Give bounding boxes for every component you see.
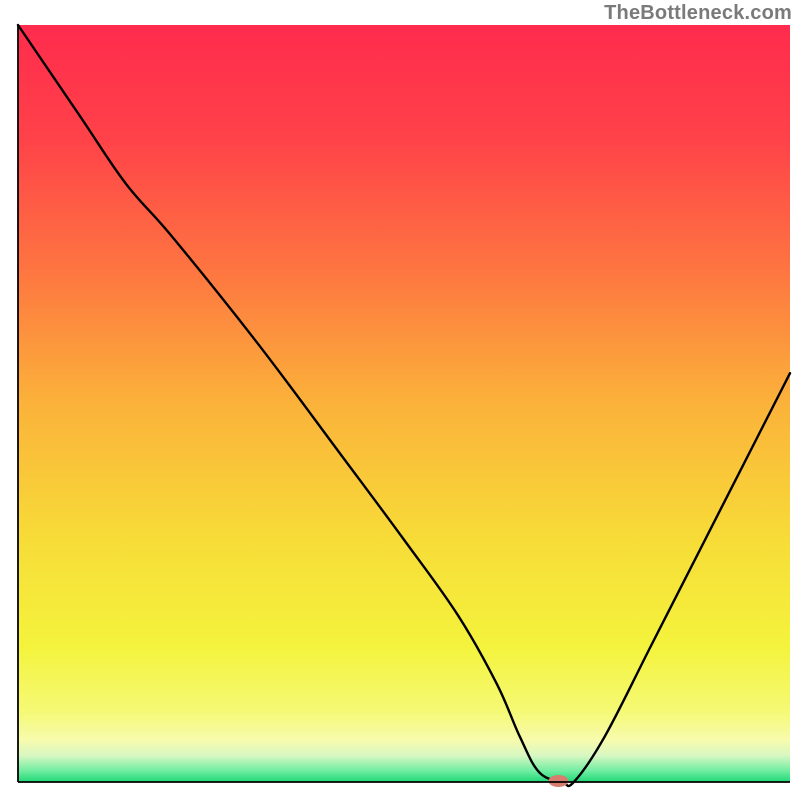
gradient-background (18, 25, 790, 782)
chart-svg (0, 0, 800, 800)
optimum-marker (548, 775, 568, 787)
chart-container: TheBottleneck.com (0, 0, 800, 800)
